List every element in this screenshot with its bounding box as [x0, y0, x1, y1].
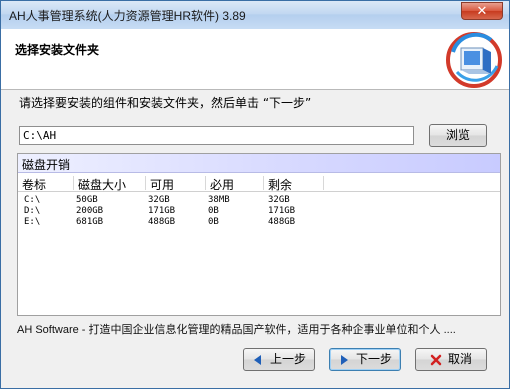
cell-required: 38MB	[208, 195, 230, 205]
cell-available: 32GB	[148, 195, 170, 205]
cancel-button-label: 取消	[447, 352, 472, 366]
cell-available: 171GB	[148, 206, 176, 216]
back-button[interactable]: 上一步	[243, 348, 315, 371]
cell-disk-size: 50GB	[76, 195, 98, 205]
column-header-required[interactable]: 必用	[206, 176, 264, 192]
next-button[interactable]: 下一步	[329, 348, 401, 371]
cell-required: 0B	[208, 206, 219, 216]
cell-available: 488GB	[148, 217, 176, 227]
window-title: AH人事管理系统(人力资源管理HR软件) 3.89	[9, 9, 246, 23]
cell-remaining: 171GB	[268, 206, 296, 216]
cell-remaining: 488GB	[268, 217, 296, 227]
column-header-available[interactable]: 可用	[146, 176, 206, 192]
table-row[interactable]: D:\ 200GB 171GB 0B 171GB	[18, 206, 500, 217]
install-path-input[interactable]	[19, 126, 414, 145]
title-bar[interactable]: AH人事管理系统(人力资源管理HR软件) 3.89 ✕	[1, 1, 509, 30]
cell-volume: E:\	[24, 217, 41, 227]
close-button[interactable]: ✕	[461, 2, 503, 20]
column-header-remaining[interactable]: 剩余	[264, 176, 324, 192]
table-row[interactable]: E:\ 681GB 488GB 0B 488GB	[18, 217, 500, 228]
cell-disk-size: 200GB	[76, 206, 104, 216]
disk-space-title: 磁盘开销	[18, 154, 500, 173]
cancel-button[interactable]: 取消	[415, 348, 487, 371]
next-button-label: 下一步	[355, 352, 392, 366]
table-row[interactable]: C:\ 50GB 32GB 38MB 32GB	[18, 195, 500, 206]
page-title: 选择安装文件夹	[15, 43, 100, 57]
disk-space-panel: 磁盘开销 卷标 磁盘大小 可用 必用 剩余 C:\ 50GB 32GB 38MB…	[17, 153, 501, 316]
arrow-right-icon	[340, 354, 348, 365]
arrow-left-icon	[253, 354, 261, 365]
close-icon: ✕	[476, 4, 488, 19]
wizard-header: 选择安装文件夹	[1, 29, 509, 90]
cell-volume: D:\	[24, 206, 41, 216]
installer-window: AH人事管理系统(人力资源管理HR软件) 3.89 ✕ 选择安装文件夹 请选择要…	[0, 0, 510, 389]
disk-table-header: 卷标 磁盘大小 可用 必用 剩余	[18, 174, 500, 192]
cell-remaining: 32GB	[268, 195, 290, 205]
cell-disk-size: 681GB	[76, 217, 104, 227]
red-x-icon	[430, 354, 442, 365]
column-header-volume[interactable]: 卷标	[18, 176, 74, 192]
cell-required: 0B	[208, 217, 219, 227]
back-button-label: 上一步	[269, 352, 306, 366]
cell-volume: C:\	[24, 195, 41, 205]
brand-footer-text: AH Software - 打造中国企业信息化管理的精品国产软件，适用于各种企事…	[17, 324, 456, 335]
installer-logo-icon	[446, 32, 502, 88]
column-header-disk-size[interactable]: 磁盘大小	[74, 176, 146, 192]
browse-button[interactable]: 浏览	[429, 124, 487, 147]
instruction-text: 请选择要安装的组件和安装文件夹，然后单击 “下一步”	[19, 96, 312, 110]
